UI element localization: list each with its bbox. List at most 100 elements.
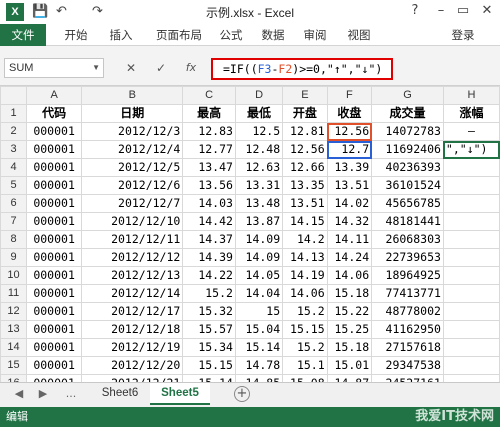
cell[interactable]: 14.09 — [234, 248, 284, 267]
row-header[interactable]: 1 — [0, 104, 28, 123]
column-header-e[interactable]: E — [282, 86, 328, 105]
cell[interactable] — [442, 248, 500, 267]
row-header[interactable]: 15 — [0, 356, 28, 375]
tab-review[interactable]: 审阅 — [300, 24, 330, 46]
cell[interactable]: 000001 — [26, 140, 83, 159]
tab-home[interactable]: 开始 — [58, 24, 94, 46]
cell[interactable]: 000001 — [26, 194, 83, 213]
cancel-icon[interactable]: ✕ — [122, 59, 140, 77]
cell[interactable]: 14.04 — [234, 284, 284, 303]
row-header[interactable]: 2 — [0, 122, 28, 141]
cell[interactable] — [442, 212, 500, 231]
row-header[interactable]: 5 — [0, 176, 28, 195]
cell[interactable]: 15.14 — [234, 338, 284, 357]
cell[interactable]: 2012/12/17 — [81, 302, 184, 321]
cell[interactable] — [442, 338, 500, 357]
cell[interactable]: 12.56 — [282, 140, 328, 159]
header-cell[interactable]: 涨幅 — [442, 104, 500, 123]
column-header-d[interactable]: D — [234, 86, 284, 105]
enter-icon[interactable]: ✓ — [152, 59, 170, 77]
cell[interactable]: 14.22 — [182, 266, 236, 285]
row-header[interactable]: 6 — [0, 194, 28, 213]
row-header[interactable]: 14 — [0, 338, 28, 357]
tab-formulas[interactable]: 公式 — [216, 24, 246, 46]
cell[interactable]: 48181441 — [371, 212, 444, 231]
cell[interactable]: 13.56 — [182, 176, 236, 195]
cell[interactable]: 2012/12/3 — [81, 122, 184, 141]
cell[interactable]: 14.13 — [282, 248, 328, 267]
close-button[interactable]: ✕ — [476, 1, 498, 21]
row-header[interactable]: 16 — [0, 374, 28, 382]
cell[interactable]: 12.77 — [182, 140, 236, 159]
cell[interactable] — [442, 230, 500, 249]
active-cell[interactable]: ","↓") — [442, 140, 500, 159]
cell[interactable]: 2012/12/18 — [81, 320, 184, 339]
tab-page-layout[interactable]: 页面布局 — [150, 24, 208, 46]
prev-sheet-icon[interactable]: ◀ — [12, 387, 26, 400]
cell[interactable]: 2012/12/20 — [81, 356, 184, 375]
cell[interactable]: 27157618 — [371, 338, 444, 357]
cell[interactable]: 14.24 — [326, 248, 373, 267]
cell[interactable]: 15.2 — [282, 338, 328, 357]
cell[interactable] — [442, 302, 500, 321]
cell[interactable]: 29347538 — [371, 356, 444, 375]
cell[interactable]: 2012/12/7 — [81, 194, 184, 213]
cell[interactable]: 14.06 — [326, 266, 373, 285]
column-header-f[interactable]: F — [326, 86, 373, 105]
cell[interactable]: 22739653 — [371, 248, 444, 267]
cell[interactable]: 15 — [234, 302, 284, 321]
cell[interactable]: 15.01 — [326, 356, 373, 375]
row-header[interactable]: 3 — [0, 140, 28, 159]
cell[interactable]: 48778002 — [371, 302, 444, 321]
cell[interactable]: 26068303 — [371, 230, 444, 249]
cell[interactable]: 2012/12/11 — [81, 230, 184, 249]
cell[interactable] — [442, 356, 500, 375]
worksheet-grid[interactable]: ABCDEFGH 1 代码 日期 最高 最低 开盘 收盘 成交量 涨幅 2 000001 2012/1… — [0, 86, 500, 382]
row-header[interactable]: 4 — [0, 158, 28, 177]
cell[interactable]: 000001 — [26, 176, 83, 195]
cell[interactable]: 2012/12/21 — [81, 374, 184, 382]
cell[interactable]: 2012/12/10 — [81, 212, 184, 231]
cell[interactable]: 2012/12/4 — [81, 140, 184, 159]
restore-button[interactable]: ▭ — [452, 1, 474, 21]
cell[interactable]: 14.85 — [234, 374, 284, 382]
cell[interactable]: 000001 — [26, 284, 83, 303]
cell[interactable]: 000001 — [26, 266, 83, 285]
cell[interactable]: 000001 — [26, 302, 83, 321]
cell[interactable]: 12.63 — [234, 158, 284, 177]
cell[interactable]: 12.83 — [182, 122, 236, 141]
cell[interactable]: – — [442, 122, 500, 141]
cell[interactable]: 15.25 — [326, 320, 373, 339]
cell[interactable]: 14.09 — [234, 230, 284, 249]
row-header[interactable]: 12 — [0, 302, 28, 321]
login-link[interactable]: 登录 — [448, 24, 478, 46]
cell[interactable]: 14.11 — [326, 230, 373, 249]
tab-data[interactable]: 数据 — [258, 24, 288, 46]
select-all-corner[interactable] — [0, 86, 28, 105]
cell[interactable]: 15.18 — [326, 338, 373, 357]
cell[interactable] — [442, 374, 500, 382]
cell[interactable]: 000001 — [26, 212, 83, 231]
cell[interactable]: 2012/12/19 — [81, 338, 184, 357]
column-header-c[interactable]: C — [182, 86, 236, 105]
cell[interactable]: 14.02 — [326, 194, 373, 213]
cell[interactable]: 2012/12/14 — [81, 284, 184, 303]
cell[interactable]: 15.2 — [182, 284, 236, 303]
header-cell[interactable]: 开盘 — [282, 104, 328, 123]
cell[interactable] — [442, 320, 500, 339]
cell[interactable]: 14.15 — [282, 212, 328, 231]
cell[interactable]: 12.81 — [282, 122, 328, 141]
cell[interactable]: 13.48 — [234, 194, 284, 213]
cell[interactable]: 12.56 — [326, 122, 373, 141]
cell[interactable]: 15.18 — [326, 284, 373, 303]
row-header[interactable]: 8 — [0, 230, 28, 249]
cell[interactable]: 77413771 — [371, 284, 444, 303]
header-cell[interactable]: 收盘 — [326, 104, 373, 123]
sheet-tab-sheet6[interactable]: Sheet6 — [90, 383, 150, 405]
header-cell[interactable]: 日期 — [81, 104, 184, 123]
tab-insert[interactable]: 插入 — [104, 24, 138, 46]
cell[interactable]: 45656785 — [371, 194, 444, 213]
row-header[interactable]: 10 — [0, 266, 28, 285]
cell[interactable] — [442, 284, 500, 303]
cell[interactable]: 15.08 — [282, 374, 328, 382]
